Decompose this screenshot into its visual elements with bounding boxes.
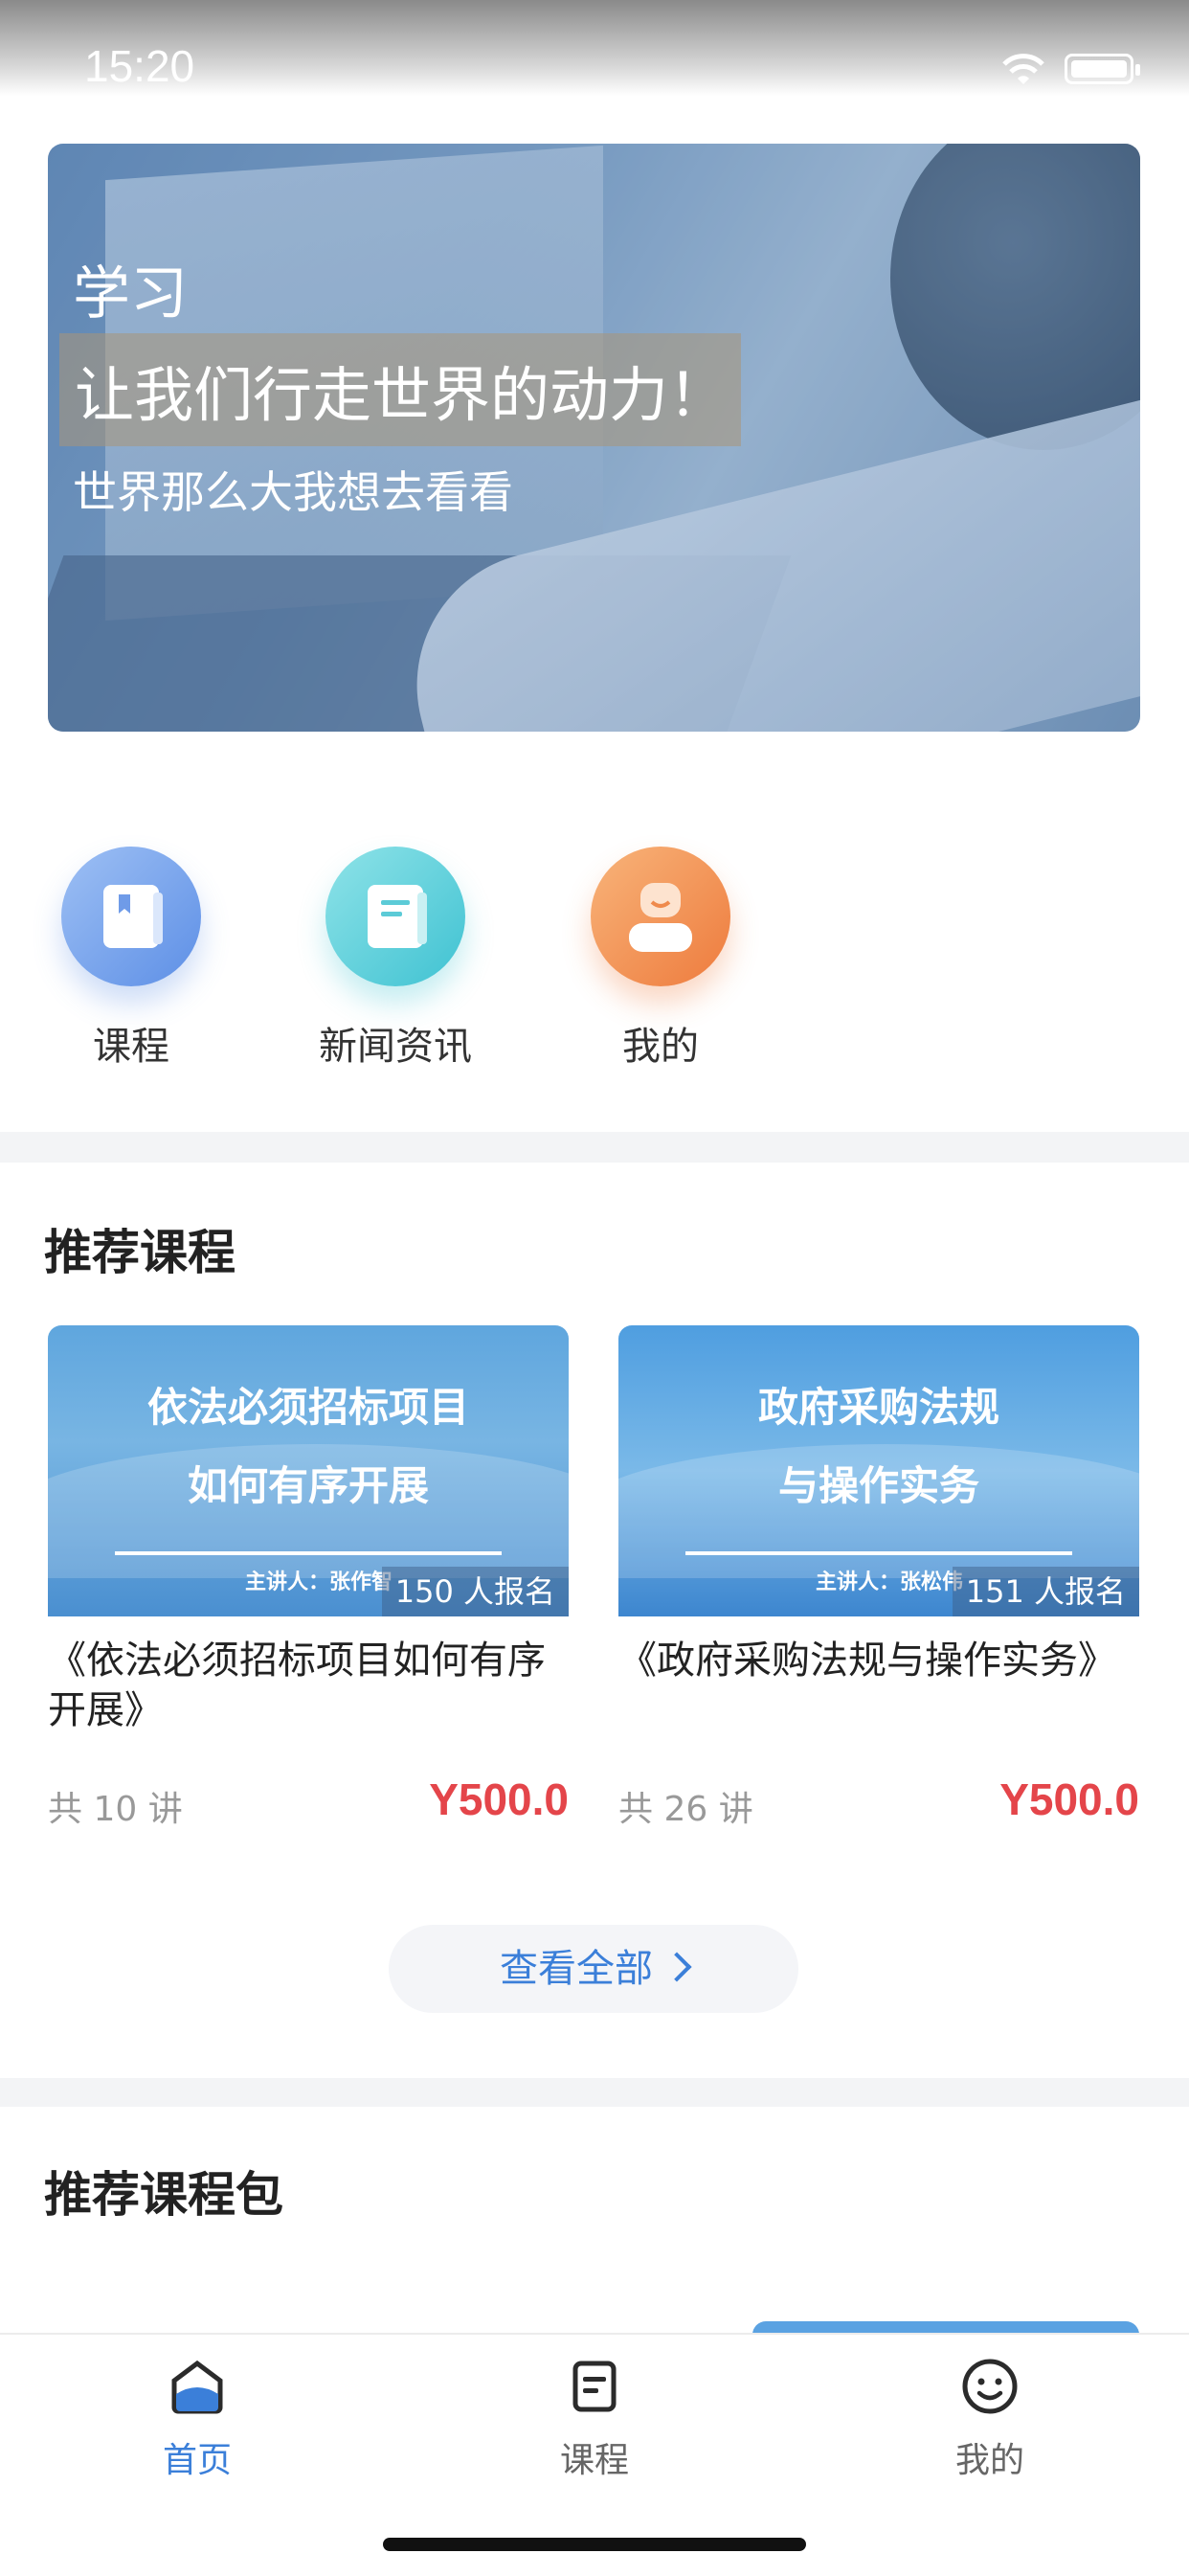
course-price: Y500.0	[429, 1774, 569, 1824]
smiley-icon	[962, 2359, 1018, 2414]
cover-speaker: 主讲人：张作智	[244, 1570, 393, 1594]
user-icon	[591, 847, 730, 986]
quick-nav-label: 课程	[93, 1025, 169, 1069]
banner-slogan: 让我们行走世界的动力！	[75, 360, 729, 430]
enrollment-count: 151 人报名	[952, 1567, 1139, 1616]
tab-label: 我的	[954, 2441, 1024, 2480]
section-divider	[0, 2078, 1189, 2107]
chevron-right-icon	[662, 1952, 692, 1982]
home-icon	[171, 2360, 223, 2414]
cover-title-line1: 政府采购法规	[757, 1384, 999, 1431]
status-bar: 15:20	[0, 0, 1189, 96]
lecture-count: 共 10 讲	[48, 1790, 183, 1829]
tab-label: 课程	[559, 2441, 629, 2480]
quick-nav-courses[interactable]: 课程	[45, 847, 217, 1071]
wifi-icon	[1002, 54, 1044, 84]
cover-speaker: 主讲人：张松伟	[815, 1570, 963, 1594]
course-card[interactable]: 依法必须招标项目 如何有序开展 主讲人：张作智 150 人报名 《依法必须招标项…	[48, 1325, 569, 1831]
quick-nav-label: 新闻资讯	[319, 1025, 472, 1069]
banner-subtitle: 世界那么大我想去看看	[73, 466, 513, 518]
lecture-count: 共 26 讲	[618, 1790, 753, 1829]
enrollment-count: 150 人报名	[381, 1567, 569, 1616]
tab-label: 首页	[162, 2441, 232, 2480]
banner-title: 学习	[73, 260, 188, 328]
view-all-button[interactable]: 查看全部	[389, 1925, 798, 2013]
recommended-courses-title: 推荐课程	[44, 1225, 236, 1280]
course-name: 《政府采购法规与操作实务》	[618, 1638, 1116, 1683]
course-icon	[572, 2361, 617, 2412]
cover-title-line1: 依法必须招标项目	[146, 1384, 469, 1431]
quick-nav-news[interactable]: 新闻资讯	[309, 847, 482, 1071]
battery-icon	[1065, 54, 1140, 84]
home-indicator[interactable]	[383, 2538, 806, 2551]
status-time: 15:20	[84, 41, 195, 91]
cover-title-line2: 与操作实务	[777, 1462, 979, 1509]
course-card[interactable]: 政府采购法规 与操作实务 主讲人：张松伟 151 人报名 《政府采购法规与操作实…	[618, 1325, 1139, 1831]
book-icon	[61, 847, 201, 986]
news-icon	[325, 847, 465, 986]
tab-home[interactable]: 首页	[101, 2356, 293, 2482]
banner-carousel[interactable]: 学习 让我们行走世界的动力！ 世界那么大我想去看看	[48, 144, 1140, 732]
tab-courses[interactable]: 课程	[499, 2356, 690, 2482]
quick-nav-profile[interactable]: 我的	[574, 847, 747, 1071]
course-price: Y500.0	[999, 1774, 1139, 1824]
course-cover: 依法必须招标项目 如何有序开展 主讲人：张作智 150 人报名	[48, 1325, 569, 1616]
tab-profile[interactable]: 我的	[894, 2356, 1086, 2482]
cover-title-line2: 如何有序开展	[187, 1462, 429, 1509]
recommended-packages-title: 推荐课程包	[44, 2167, 283, 2223]
view-all-label: 查看全部	[500, 1947, 653, 1991]
quick-nav-label: 我的	[622, 1025, 699, 1069]
course-name: 《依法必须招标项目如何有序开展》	[48, 1638, 546, 1732]
section-divider	[0, 1132, 1189, 1163]
course-cover: 政府采购法规 与操作实务 主讲人：张松伟 151 人报名	[618, 1325, 1139, 1616]
